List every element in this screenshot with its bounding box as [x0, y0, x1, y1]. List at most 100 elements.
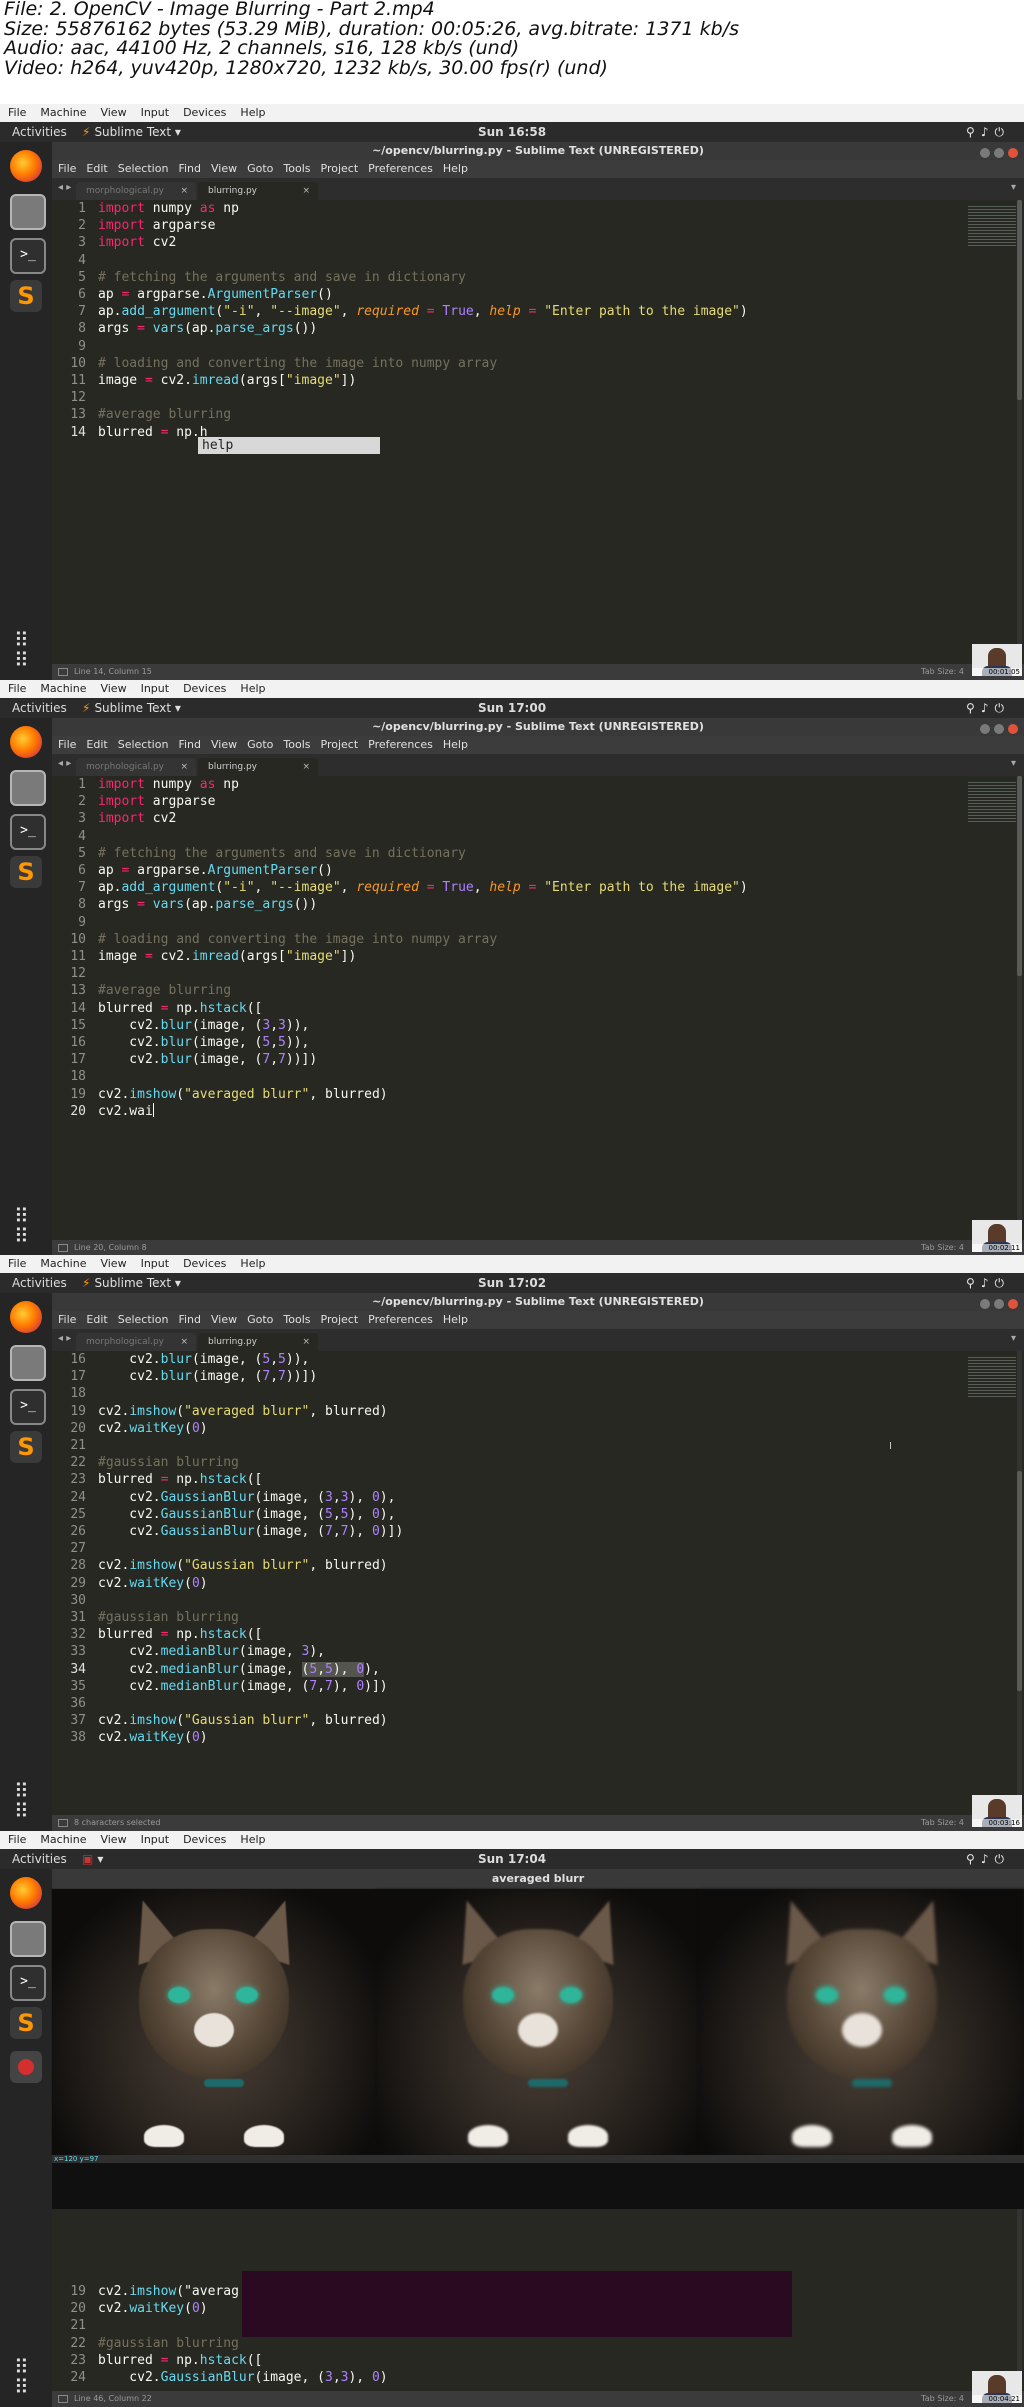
terminal-icon[interactable]: >_: [10, 238, 46, 274]
vm-menu-item[interactable]: Help: [240, 1833, 265, 1846]
minimap[interactable]: [968, 206, 1016, 246]
close-icon[interactable]: [1008, 724, 1018, 734]
tab-nav-arrows-icon[interactable]: ◂ ▸: [58, 182, 71, 193]
app-menu-item[interactable]: Preferences: [368, 738, 433, 751]
minimize-icon[interactable]: [980, 724, 990, 734]
minimize-icon[interactable]: [980, 148, 990, 158]
close-icon[interactable]: [1008, 1299, 1018, 1309]
code-line[interactable]: 3 import cv2: [52, 234, 748, 251]
scrollbar[interactable]: [1017, 776, 1022, 1240]
app-menu-item[interactable]: Help: [443, 162, 468, 175]
code-line[interactable]: 13 #average blurring: [52, 406, 748, 423]
app-menu-item[interactable]: Project: [321, 1313, 359, 1326]
vm-menu-item[interactable]: View: [100, 106, 126, 119]
status-tabsize[interactable]: Tab Size: 4: [921, 1815, 964, 1831]
vm-menu-item[interactable]: File: [8, 106, 26, 119]
code-line[interactable]: 24 cv2.GaussianBlur(image, (3,3), 0),: [52, 1489, 403, 1506]
system-tray[interactable]: ⚲♪⏻: [966, 1849, 1010, 1869]
code-line[interactable]: 28 cv2.imshow("Gaussian blurr", blurred): [52, 1557, 403, 1574]
code-line[interactable]: 12: [52, 389, 748, 406]
sublime-text-icon[interactable]: S: [10, 2007, 42, 2039]
app-menu-item[interactable]: Edit: [86, 738, 107, 751]
panel-toggle-icon[interactable]: [58, 1819, 68, 1827]
panel-toggle-icon[interactable]: [58, 1244, 68, 1252]
code-line[interactable]: 13 #average blurring: [52, 982, 748, 999]
code-line[interactable]: 3 import cv2: [52, 810, 748, 827]
tab-dropdown-icon[interactable]: ▾: [1011, 758, 1016, 769]
code-line[interactable]: 19 cv2.imshow("averaged blurr", blurred): [52, 1403, 403, 1420]
code-line[interactable]: 9: [52, 914, 748, 931]
vm-menu-item[interactable]: Input: [141, 1833, 169, 1846]
sublime-text-icon[interactable]: S: [10, 856, 42, 888]
code-line[interactable]: 16 cv2.blur(image, (5,5)),: [52, 1351, 403, 1368]
close-icon[interactable]: [1008, 148, 1018, 158]
vm-menu-item[interactable]: File: [8, 1257, 26, 1270]
maximize-icon[interactable]: [994, 1299, 1004, 1309]
code-line[interactable]: 35 cv2.medianBlur(image, (7,7), 0)]): [52, 1678, 403, 1695]
vm-menu-item[interactable]: View: [100, 682, 126, 695]
firefox-icon[interactable]: [10, 1877, 42, 1909]
code-line[interactable]: 9: [52, 338, 748, 355]
tab-close-icon[interactable]: ×: [180, 758, 188, 776]
tab-blurring[interactable]: blurring.py×: [198, 758, 318, 776]
code-editor[interactable]: 1 import numpy as np 2 import argparse 3 impo…: [52, 776, 1024, 1240]
code-line[interactable]: 22 #gaussian blurring: [52, 1454, 403, 1471]
system-tray[interactable]: ⚲♪⏻: [966, 698, 1010, 718]
app-menu-item[interactable]: Help: [443, 738, 468, 751]
code-line[interactable]: 4: [52, 252, 748, 269]
app-grid-icon[interactable]: ⠿ ⠿: [14, 1781, 30, 1821]
code-line[interactable]: 1 import numpy as np: [52, 776, 748, 793]
code-line[interactable]: 17 cv2.blur(image, (7,7))]): [52, 1051, 748, 1068]
code-line[interactable]: 25 cv2.GaussianBlur(image, (5,5), 0),: [52, 1506, 403, 1523]
code-line[interactable]: 20 cv2.waitKey(0): [52, 1420, 403, 1437]
app-menu-item[interactable]: Goto: [247, 738, 273, 751]
app-menu-item[interactable]: Selection: [118, 162, 169, 175]
app-grid-icon[interactable]: ⠿ ⠿: [14, 2357, 30, 2397]
clock[interactable]: Sun 17:02: [0, 1273, 1024, 1293]
maximize-icon[interactable]: [994, 148, 1004, 158]
code-line[interactable]: 7 ap.add_argument("-i", "--image", requir…: [52, 303, 748, 320]
maximize-icon[interactable]: [994, 724, 1004, 734]
code-line[interactable]: 4: [52, 828, 748, 845]
firefox-icon[interactable]: [10, 150, 42, 182]
vm-menu-item[interactable]: File: [8, 1833, 26, 1846]
code-editor[interactable]: 1 import numpy as np 2 import argparse 3 impo…: [52, 200, 1024, 664]
vm-menu-item[interactable]: Help: [240, 682, 265, 695]
tab-close-icon[interactable]: ×: [180, 182, 188, 200]
code-editor[interactable]: 16 cv2.blur(image, (5,5)), 17 cv2.blur(im…: [52, 1351, 1024, 1815]
vm-menu-item[interactable]: Help: [240, 1257, 265, 1270]
code-line[interactable]: 33 cv2.medianBlur(image, 3),: [52, 1643, 403, 1660]
app-menu-item[interactable]: Selection: [118, 1313, 169, 1326]
app-menu-item[interactable]: Tools: [283, 1313, 310, 1326]
app-menu-item[interactable]: View: [211, 738, 237, 751]
vm-menu-item[interactable]: Devices: [183, 682, 226, 695]
code-line[interactable]: 11 image = cv2.imread(args["image"]): [52, 948, 748, 965]
app-menu-item[interactable]: Project: [321, 738, 359, 751]
code-line[interactable]: 23 blurred = np.hstack([: [52, 1471, 403, 1488]
autocomplete-popup[interactable]: help: [198, 437, 380, 454]
app-menu-item[interactable]: View: [211, 162, 237, 175]
terminal-icon[interactable]: >_: [10, 1965, 46, 2001]
tab-nav-arrows-icon[interactable]: ◂ ▸: [58, 758, 71, 769]
files-icon[interactable]: [10, 194, 46, 230]
app-grid-icon[interactable]: ⠿ ⠿: [14, 1206, 30, 1246]
files-icon[interactable]: [10, 1921, 46, 1957]
vm-menu-item[interactable]: Input: [141, 1257, 169, 1270]
code-line[interactable]: 10 # loading and converting the image int…: [52, 355, 748, 372]
code-line[interactable]: 14 blurred = np.h: [52, 424, 748, 441]
tab-blurring[interactable]: blurring.py×: [198, 182, 318, 200]
app-menu-item[interactable]: Find: [178, 738, 201, 751]
app-menu-item[interactable]: Preferences: [368, 1313, 433, 1326]
vm-menu-item[interactable]: Machine: [40, 682, 86, 695]
code-line[interactable]: 19 cv2.imshow("averaged blurr", blurred): [52, 1086, 748, 1103]
tab-close-icon[interactable]: ×: [302, 758, 310, 776]
system-tray[interactable]: ⚲♪⏻: [966, 1273, 1010, 1293]
vm-menu-item[interactable]: Help: [240, 106, 265, 119]
minimap[interactable]: [968, 1357, 1016, 1397]
vm-menu-item[interactable]: Machine: [40, 1833, 86, 1846]
code-line[interactable]: 27: [52, 1540, 403, 1557]
code-line[interactable]: 1 import numpy as np: [52, 200, 748, 217]
code-line[interactable]: 14 blurred = np.hstack([: [52, 1000, 748, 1017]
code-line[interactable]: 22 #gaussian blurring: [52, 2335, 388, 2352]
code-line[interactable]: 23 blurred = np.hstack([: [52, 2352, 388, 2369]
